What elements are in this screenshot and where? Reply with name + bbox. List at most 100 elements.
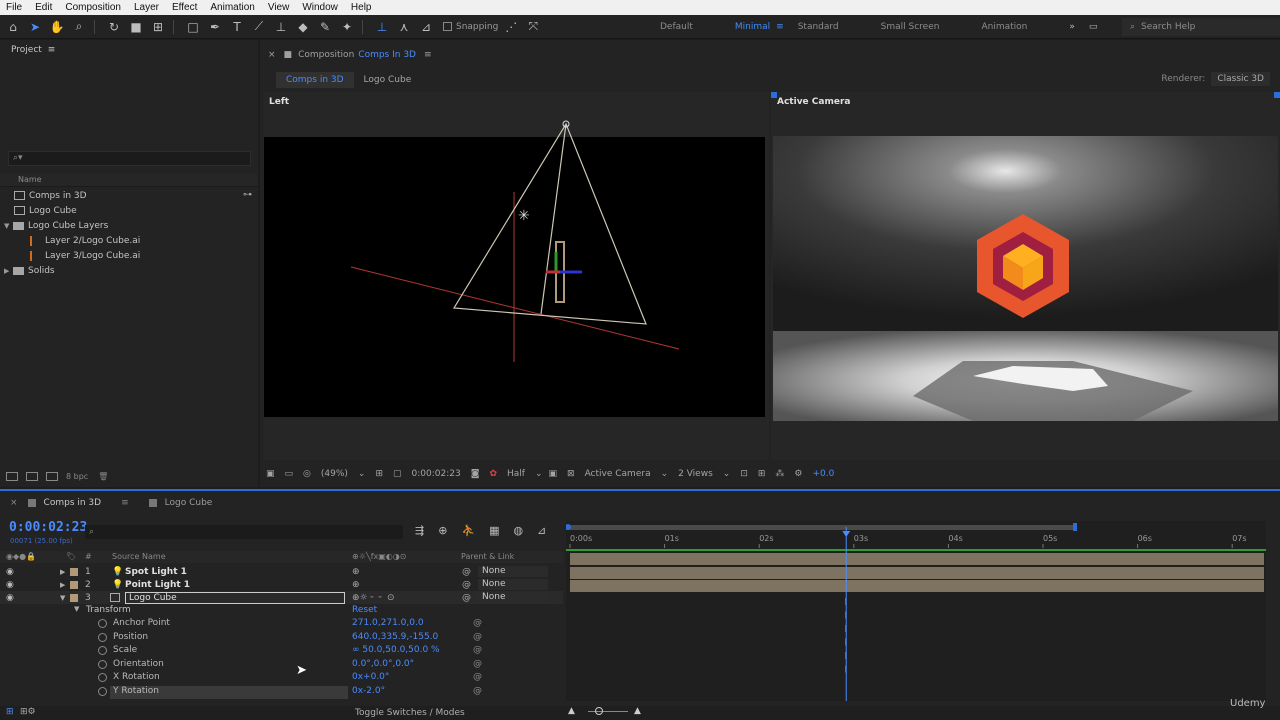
project-panel-title[interactable]: Project bbox=[11, 45, 42, 55]
trash-icon[interactable]: 🗑 bbox=[98, 472, 108, 481]
stopwatch-icon[interactable] bbox=[98, 673, 107, 682]
property-y-rotation[interactable]: Y Rotation 0x-2.0° @ bbox=[0, 686, 563, 699]
property-value[interactable]: 0x+0.0° bbox=[352, 672, 389, 682]
workspace-minimal[interactable]: Minimal bbox=[735, 22, 770, 32]
layer-label-color[interactable] bbox=[70, 567, 78, 576]
workspace-animation[interactable]: Animation bbox=[981, 22, 1027, 32]
composition-mini-flowchart-icon[interactable]: ⇶ bbox=[415, 524, 424, 537]
rectangle-tool-icon[interactable]: □ bbox=[184, 18, 202, 36]
region-icon[interactable]: ▢ bbox=[393, 469, 402, 479]
snap-options-icon[interactable]: ⋰ bbox=[502, 18, 520, 36]
project-item-solids[interactable]: ▶ Solids bbox=[4, 263, 55, 278]
snap-extend-icon[interactable]: ⤧ bbox=[524, 18, 542, 36]
eraser-tool-icon[interactable]: ◆ bbox=[294, 18, 312, 36]
workspace-standard[interactable]: Standard bbox=[798, 22, 839, 32]
column-source-name[interactable]: Source Name bbox=[112, 552, 166, 561]
collapse-triangle-icon[interactable]: ▼ bbox=[74, 605, 79, 613]
menu-animation[interactable]: Animation bbox=[204, 2, 261, 13]
mask-visibility-icon[interactable]: ◎ bbox=[303, 469, 311, 479]
property-value[interactable]: 640.0,335.9,-155.0 bbox=[352, 632, 438, 642]
tab-comps-in-3d[interactable]: Comps in 3D bbox=[276, 72, 354, 88]
project-item-logo-cube-layers[interactable]: ▼ Logo Cube Layers bbox=[4, 218, 108, 233]
property-scale[interactable]: Scale ∞ 50.0,50.0,50.0 % @ bbox=[0, 645, 563, 658]
rotate-tool-icon[interactable]: ↻ bbox=[105, 18, 123, 36]
transform-reset-link[interactable]: Reset bbox=[352, 605, 377, 615]
draft-3d-icon[interactable]: ⊕ bbox=[438, 524, 447, 537]
zoom-level[interactable]: (49%) bbox=[321, 469, 348, 479]
toggle-switches-modes[interactable]: Toggle Switches / Modes bbox=[355, 708, 465, 718]
workspace-menu-icon[interactable]: ≡ bbox=[776, 22, 784, 32]
property-value[interactable]: 271.0,271.0,0.0 bbox=[352, 618, 424, 628]
stopwatch-icon[interactable] bbox=[98, 646, 107, 655]
expression-pickwhip-icon[interactable]: @ bbox=[473, 686, 482, 696]
chevron-down-icon[interactable]: ⌄ bbox=[535, 469, 543, 479]
project-item-comps-in-3d[interactable]: Comps in 3D bbox=[14, 188, 87, 203]
zoom-out-icon[interactable]: ▲ bbox=[568, 706, 575, 716]
parent-pickwhip-icon[interactable]: @ bbox=[462, 593, 471, 603]
exposure-value[interactable]: +0.0 bbox=[813, 469, 835, 479]
shy-switch-icon[interactable]: ⊕ bbox=[352, 567, 360, 577]
hand-tool-icon[interactable]: ✋ bbox=[48, 18, 66, 36]
panel-menu-icon[interactable]: ≡ bbox=[121, 498, 129, 508]
visibility-eye-icon[interactable]: ◉ bbox=[6, 593, 14, 603]
new-folder-icon[interactable] bbox=[26, 471, 38, 481]
panel-menu-icon[interactable]: ≡ bbox=[48, 45, 56, 55]
property-value[interactable]: 0x-2.0° bbox=[352, 686, 385, 696]
zoom-tool-icon[interactable]: ⌕ bbox=[70, 18, 88, 36]
panel-menu-icon[interactable]: ≡ bbox=[424, 50, 432, 60]
shy-layers-icon[interactable]: ⛹ bbox=[461, 524, 475, 537]
active-camera-view-panel[interactable]: Active Camera bbox=[771, 92, 1280, 460]
close-icon[interactable]: × bbox=[10, 498, 18, 508]
menu-composition[interactable]: Composition bbox=[59, 2, 128, 13]
zoom-slider-track[interactable] bbox=[588, 711, 628, 712]
parent-pickwhip-icon[interactable]: @ bbox=[462, 567, 471, 577]
roi-icon[interactable]: ▣ bbox=[549, 469, 558, 479]
chevron-down-icon[interactable]: ⌄ bbox=[661, 469, 669, 479]
channel-icon[interactable]: ✿ bbox=[489, 469, 497, 479]
column-name-label[interactable]: Name bbox=[18, 175, 42, 184]
keyframe-marker[interactable]: I bbox=[844, 611, 847, 622]
brush-tool-icon[interactable]: ⟋ bbox=[250, 18, 268, 36]
menu-layer[interactable]: Layer bbox=[128, 2, 166, 13]
workspace-overflow-icon[interactable]: » bbox=[1069, 22, 1075, 32]
expression-pickwhip-icon[interactable]: @ bbox=[473, 645, 482, 655]
expand-triangle-icon[interactable]: ▼ bbox=[4, 222, 13, 230]
view-axis-mode-icon[interactable]: ⊿ bbox=[417, 18, 435, 36]
keyframe-marker[interactable]: I bbox=[844, 624, 847, 635]
timeline-search-input[interactable]: ⌕ bbox=[85, 525, 403, 539]
work-area-bar[interactable] bbox=[566, 525, 1076, 530]
world-axis-mode-icon[interactable]: ⋏ bbox=[395, 18, 413, 36]
menu-view[interactable]: View bbox=[262, 2, 297, 13]
stopwatch-icon[interactable] bbox=[98, 687, 107, 696]
layer-bar-logo-cube[interactable] bbox=[570, 580, 1264, 592]
project-item-logo-cube[interactable]: Logo Cube bbox=[14, 203, 77, 218]
clone-stamp-tool-icon[interactable]: ⊥ bbox=[272, 18, 290, 36]
motion-blur-icon[interactable]: ◍ bbox=[514, 524, 524, 537]
graph-editor-icon[interactable]: ⊿ bbox=[537, 524, 546, 537]
transparency-grid-icon[interactable]: ⊠ bbox=[567, 469, 575, 479]
project-item-layer-2-ai[interactable]: Layer 2/Logo Cube.ai bbox=[30, 233, 140, 248]
render-time-icon[interactable]: ⊞ bbox=[6, 707, 14, 717]
parent-select[interactable]: None bbox=[478, 592, 548, 603]
close-icon[interactable]: × bbox=[268, 50, 276, 60]
property-orientation[interactable]: Orientation 0.0°,0.0°,0.0° @ bbox=[0, 659, 563, 672]
collapse-triangle-icon[interactable]: ▶ bbox=[4, 267, 13, 275]
stopwatch-icon[interactable] bbox=[98, 660, 107, 669]
expression-pickwhip-icon[interactable]: @ bbox=[473, 672, 482, 682]
layer-label-color[interactable] bbox=[70, 580, 78, 589]
camera-tool-icon[interactable]: ■ bbox=[127, 18, 145, 36]
comp-header-name[interactable]: Comps In 3D bbox=[358, 50, 416, 60]
menu-window[interactable]: Window bbox=[296, 2, 345, 13]
visibility-eye-icon[interactable]: ◉ bbox=[6, 567, 14, 577]
snapshot-icon[interactable]: ◙ bbox=[471, 469, 480, 479]
frame-blending-icon[interactable]: ▦ bbox=[489, 524, 499, 537]
layer-row-spot-light[interactable]: ◉ ▶ 1 💡 Spot Light 1 ⊕ @ None bbox=[0, 565, 563, 578]
timeline-graph[interactable]: 0:00s 01s 02s 03s 04s 05s 06s 07s IIIIII bbox=[566, 521, 1266, 701]
reset-exposure-icon[interactable]: ⚙ bbox=[794, 469, 802, 479]
roto-brush-tool-icon[interactable]: ✎ bbox=[316, 18, 334, 36]
fast-previews-icon[interactable]: ⊞ bbox=[758, 469, 766, 479]
always-preview-icon[interactable]: ▣ bbox=[266, 469, 275, 479]
stopwatch-icon[interactable] bbox=[98, 633, 107, 642]
toggle-pixel-aspect-icon[interactable]: ⊡ bbox=[740, 469, 748, 479]
collapse-triangle-icon[interactable]: ▼ bbox=[60, 594, 65, 602]
